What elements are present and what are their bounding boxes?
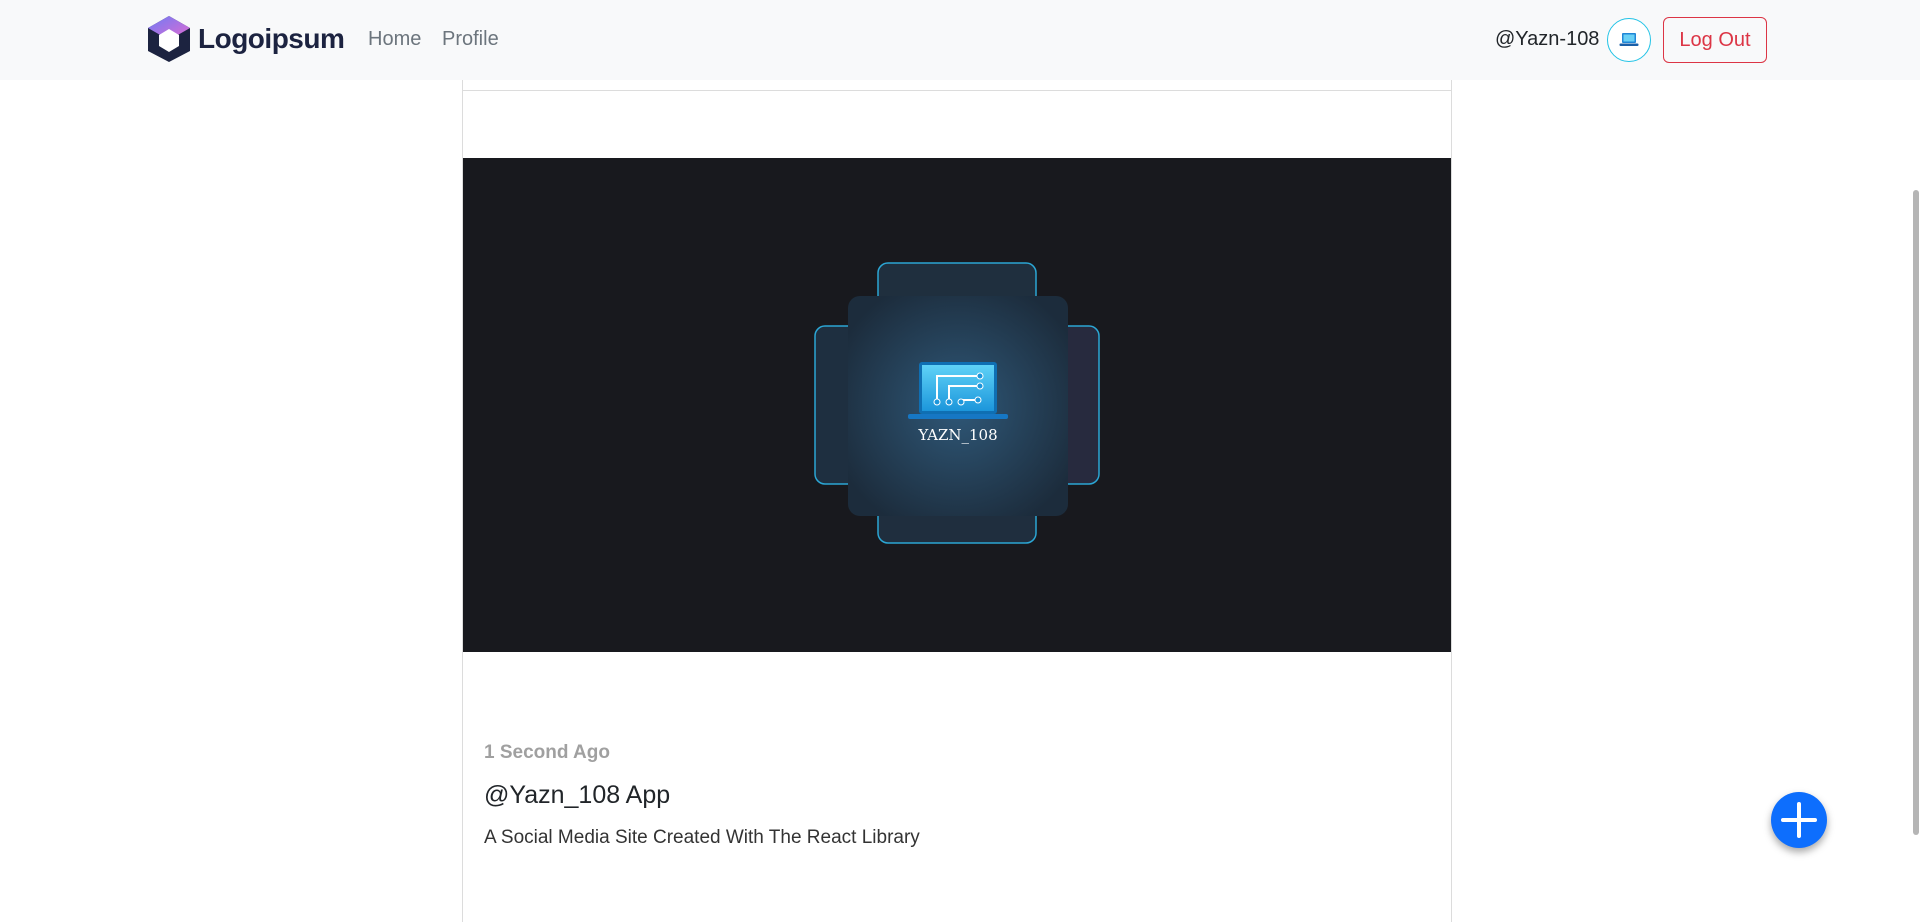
app-logo-graphic: YAZN_108 — [814, 262, 1100, 544]
nav-home-link[interactable]: Home — [368, 28, 421, 51]
post-description: A Social Media Site Created With The Rea… — [484, 827, 920, 848]
plus-icon — [1781, 802, 1817, 838]
nav-username: @Yazn-108 — [1495, 28, 1600, 50]
scrollbar-thumb[interactable] — [1913, 190, 1919, 835]
card-header-divider — [463, 90, 1451, 91]
laptop-icon — [1619, 33, 1639, 46]
user-avatar[interactable] — [1607, 18, 1651, 62]
app-logo-text: YAZN_108 — [917, 426, 997, 444]
navbar: Logoipsum Home Profile @Yazn-108 Log Out — [0, 0, 1920, 80]
post-title: @Yazn_108 App — [484, 781, 671, 809]
brand-name: Logoipsum — [198, 23, 345, 54]
post-timestamp: 1 Second Ago — [484, 742, 610, 763]
brand-link[interactable]: Logoipsum — [147, 15, 345, 63]
logout-button[interactable]: Log Out — [1663, 17, 1767, 63]
add-post-button[interactable] — [1771, 792, 1827, 848]
hexagon-logo-icon — [148, 16, 190, 62]
post-image: YAZN_108 — [463, 158, 1451, 652]
nav-profile-link[interactable]: Profile — [442, 28, 499, 51]
post-card: YAZN_108 1 Second Ago @Yazn_108 App A So… — [462, 20, 1452, 922]
